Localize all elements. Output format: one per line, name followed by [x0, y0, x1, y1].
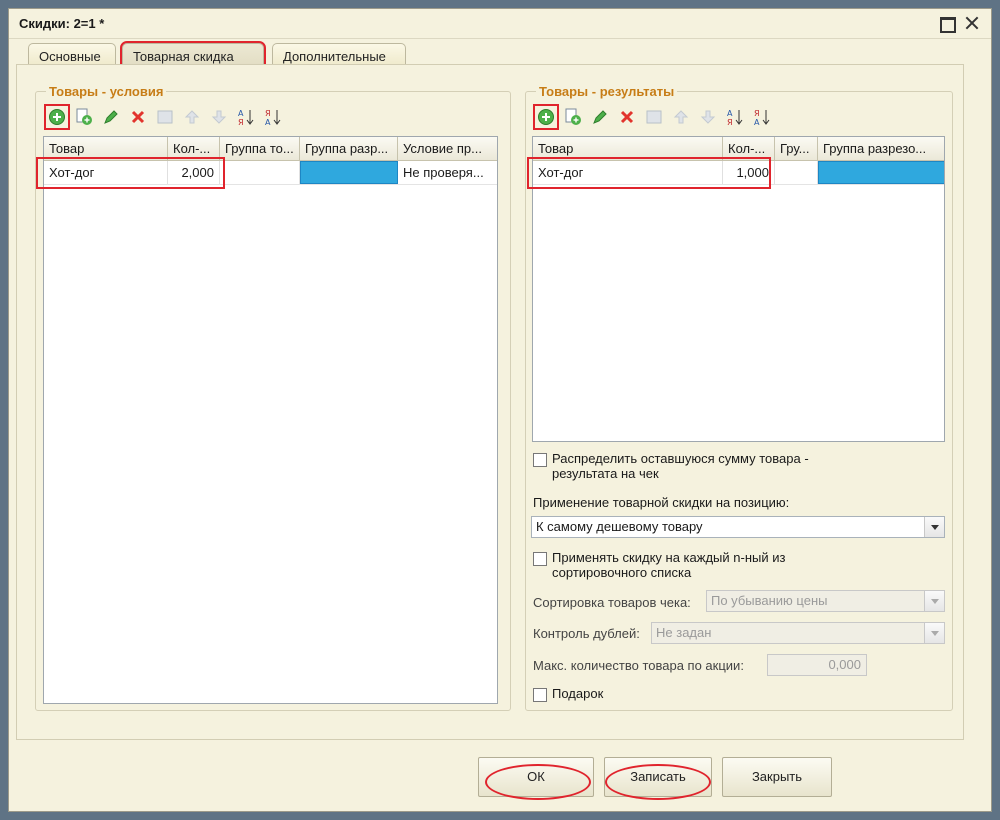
move-up-icon — [670, 106, 692, 128]
cell-cut-group[interactable] — [300, 161, 398, 184]
column-header[interactable]: Группа разр... — [300, 137, 398, 160]
gift-option[interactable]: Подарок — [533, 686, 603, 702]
sort-desc-icon[interactable]: ЯA — [751, 106, 773, 128]
results-toolbar: AЯ ЯA — [533, 104, 773, 130]
tab-product-discount-label: Товарная скидка — [133, 49, 234, 64]
every-nth-checkbox[interactable] — [533, 552, 547, 566]
apply-value: К самому дешевому товару — [536, 519, 703, 534]
results-table[interactable]: Товар Кол-... Гру... Группа разрезо... Х… — [532, 136, 945, 442]
distribute-label: Распределить оставшуюся сумму товара - р… — [552, 451, 809, 481]
cell-qty[interactable]: 2,000 — [168, 161, 220, 184]
add-icon[interactable] — [44, 104, 70, 130]
conditions-title: Товары - условия — [46, 84, 167, 99]
cell-item[interactable]: Хот-дог — [533, 161, 723, 184]
svg-text:A: A — [238, 109, 244, 118]
edit-icon[interactable] — [589, 106, 611, 128]
edit-icon[interactable] — [100, 106, 122, 128]
cell-cut-group[interactable] — [818, 161, 944, 184]
gift-checkbox[interactable] — [533, 688, 547, 702]
column-header[interactable]: Гру... — [775, 137, 818, 160]
sort-value: По убыванию цены — [711, 593, 828, 608]
copy-icon[interactable] — [562, 106, 584, 128]
save-button[interactable]: Записать — [604, 757, 712, 797]
svg-text:A: A — [265, 118, 271, 126]
conditions-table[interactable]: Товар Кол-... Группа то... Группа разр..… — [43, 136, 498, 704]
sort-desc-icon[interactable]: ЯA — [262, 106, 284, 128]
move-up-icon — [181, 106, 203, 128]
table-row[interactable]: Хот-дог 1,000 — [533, 161, 944, 185]
cell-item[interactable]: Хот-дог — [44, 161, 168, 184]
distribute-checkbox[interactable] — [533, 453, 547, 467]
max-qty-label: Макс. количество товара по акции: — [533, 658, 744, 673]
move-icon — [643, 106, 665, 128]
svg-text:Я: Я — [727, 118, 733, 126]
sort-label: Сортировка товаров чека: — [533, 595, 691, 610]
sort-asc-icon[interactable]: AЯ — [724, 106, 746, 128]
svg-text:A: A — [727, 109, 733, 118]
tab-main-label: Основные — [39, 49, 101, 64]
dup-select: Не задан — [651, 622, 945, 644]
table-header: Товар Кол-... Группа то... Группа разр..… — [44, 137, 497, 161]
column-header[interactable]: Условие пр... — [398, 137, 497, 160]
delete-icon[interactable] — [127, 106, 149, 128]
tab-additional-label: Дополнительные — [283, 49, 386, 64]
apply-select[interactable]: К самому дешевому товару — [531, 516, 945, 538]
svg-text:Я: Я — [754, 109, 760, 118]
table-row[interactable]: Хот-дог 2,000 Не проверя... — [44, 161, 497, 185]
ok-button[interactable]: ОК — [478, 757, 594, 797]
cell-condition[interactable]: Не проверя... — [398, 161, 497, 184]
every-nth-option[interactable]: Применять скидку на каждый n-ный из сорт… — [533, 550, 833, 580]
every-nth-label: Применять скидку на каждый n-ный из сорт… — [552, 550, 786, 580]
table-header: Товар Кол-... Гру... Группа разрезо... — [533, 137, 944, 161]
close-button[interactable]: Закрыть — [722, 757, 832, 797]
chevron-down-icon — [924, 591, 944, 611]
svg-text:Я: Я — [238, 118, 244, 126]
column-header[interactable]: Товар — [533, 137, 723, 160]
delete-icon[interactable] — [616, 106, 638, 128]
distribute-option[interactable]: Распределить оставшуюся сумму товара - р… — [533, 451, 853, 481]
title-bar: Скидки: 2=1 * — [9, 9, 991, 39]
dup-value: Не задан — [656, 625, 712, 640]
window-title: Скидки: 2=1 * — [19, 16, 105, 31]
column-header[interactable]: Товар — [44, 137, 168, 160]
chevron-down-icon[interactable] — [924, 517, 944, 537]
close-icon[interactable] — [963, 14, 981, 32]
sort-select: По убыванию цены — [706, 590, 945, 612]
results-title: Товары - результаты — [536, 84, 678, 99]
move-down-icon — [208, 106, 230, 128]
chevron-down-icon — [924, 623, 944, 643]
sort-asc-icon[interactable]: AЯ — [235, 106, 257, 128]
cell-qty[interactable]: 1,000 — [723, 161, 775, 184]
column-header[interactable]: Кол-... — [723, 137, 775, 160]
move-icon — [154, 106, 176, 128]
svg-text:Я: Я — [265, 109, 271, 118]
cell-group[interactable] — [220, 161, 300, 184]
cell-group[interactable] — [775, 161, 818, 184]
conditions-toolbar: AЯ ЯA — [44, 104, 284, 130]
column-header[interactable]: Кол-... — [168, 137, 220, 160]
max-qty-field: 0,000 — [767, 654, 867, 676]
dup-label: Контроль дублей: — [533, 626, 640, 641]
add-icon[interactable] — [533, 104, 559, 130]
svg-text:A: A — [754, 118, 760, 126]
gift-label: Подарок — [552, 686, 604, 701]
column-header[interactable]: Группа разрезо... — [818, 137, 944, 160]
column-header[interactable]: Группа то... — [220, 137, 300, 160]
apply-label: Применение товарной скидки на позицию: — [533, 495, 790, 510]
move-down-icon — [697, 106, 719, 128]
copy-icon[interactable] — [73, 106, 95, 128]
maximize-icon[interactable] — [937, 14, 956, 33]
